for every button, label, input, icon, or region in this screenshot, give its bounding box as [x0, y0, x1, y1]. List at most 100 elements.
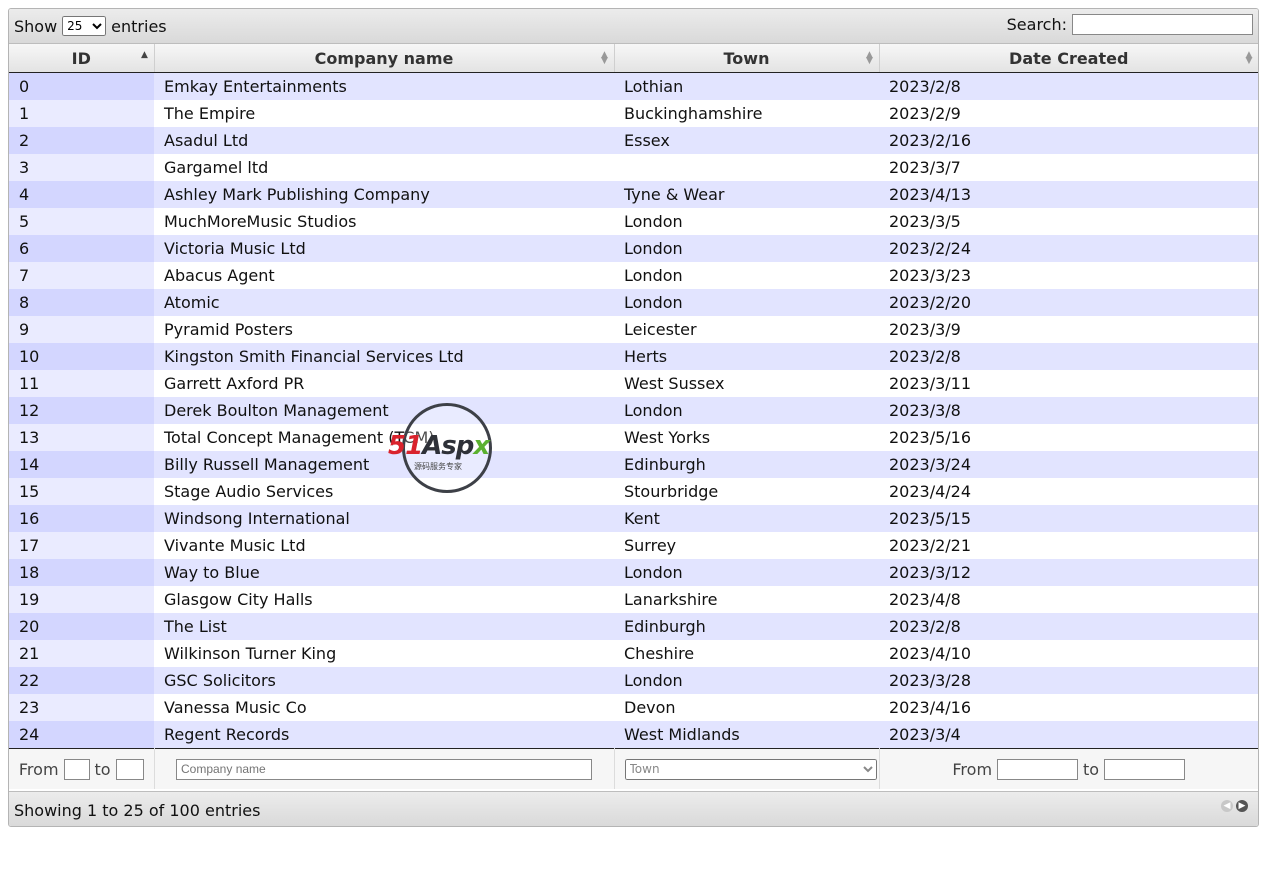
column-header-town[interactable]: Town ▲ ▼: [614, 44, 880, 73]
column-label: Date Created: [1009, 48, 1129, 68]
cell-company-name: Glasgow City Halls: [154, 586, 614, 613]
cell-company-name: Windsong International: [154, 505, 614, 532]
next-page-icon[interactable]: ▶: [1236, 800, 1248, 812]
entries-info: Showing 1 to 25 of 100 entries: [14, 801, 261, 820]
cell-company-name: MuchMoreMusic Studios: [154, 208, 614, 235]
table-row[interactable]: 11 Garrett Axford PR West Sussex 2023/3/11: [9, 370, 1258, 397]
cell-id: 23: [9, 694, 154, 721]
column-header-date-created[interactable]: Date Created ▲ ▼: [879, 44, 1258, 73]
cell-date-created: 2023/3/12: [879, 559, 1258, 586]
cell-town: Herts: [614, 343, 879, 370]
cell-town: West Yorks: [614, 424, 879, 451]
cell-town: Essex: [614, 127, 879, 154]
cell-id: 9: [9, 316, 154, 343]
table-row[interactable]: 4 Ashley Mark Publishing Company Tyne & We…: [9, 181, 1258, 208]
cell-town: West Sussex: [614, 370, 879, 397]
cell-company-name: Wilkinson Turner King: [154, 640, 614, 667]
search-control: Search:: [1007, 14, 1253, 35]
town-filter-select[interactable]: Town: [624, 758, 877, 780]
cell-id: 20: [9, 613, 154, 640]
cell-date-created: 2023/3/4: [879, 721, 1258, 749]
table-row[interactable]: 7 Abacus Agent London 2023/3/23: [9, 262, 1258, 289]
table-row[interactable]: 13 Total Concept Management (TCM) West Yor…: [9, 424, 1258, 451]
table-row[interactable]: 6 Victoria Music Ltd London 2023/2/24: [9, 235, 1258, 262]
cell-town: London: [614, 208, 879, 235]
table-row[interactable]: 10 Kingston Smith Financial Services Ltd H…: [9, 343, 1258, 370]
cell-id: 7: [9, 262, 154, 289]
cell-town: West Midlands: [614, 721, 879, 749]
cell-company-name: Garrett Axford PR: [154, 370, 614, 397]
table-row[interactable]: 8 Atomic London 2023/2/20: [9, 289, 1258, 316]
cell-id: 19: [9, 586, 154, 613]
cell-town: London: [614, 397, 879, 424]
cell-date-created: 2023/2/8: [879, 343, 1258, 370]
date-to-input[interactable]: [1104, 758, 1186, 780]
cell-id: 4: [9, 181, 154, 208]
cell-company-name: Kingston Smith Financial Services Ltd: [154, 343, 614, 370]
cell-town: Cheshire: [614, 640, 879, 667]
cell-date-created: 2023/2/21: [879, 532, 1258, 559]
column-label: Company name: [314, 48, 454, 68]
table-row[interactable]: 12 Derek Boulton Management London 2023/3/8: [9, 397, 1258, 424]
cell-id: 13: [9, 424, 154, 451]
table-row[interactable]: 18 Way to Blue London 2023/3/12: [9, 559, 1258, 586]
cell-id: 12: [9, 397, 154, 424]
table-row[interactable]: 14 Billy Russell Management Edinburgh 2023/…: [9, 451, 1258, 478]
prev-page-icon[interactable]: ◀: [1221, 800, 1233, 812]
cell-town: London: [614, 667, 879, 694]
table-row[interactable]: 17 Vivante Music Ltd Surrey 2023/2/21: [9, 532, 1258, 559]
search-input[interactable]: [1072, 14, 1253, 35]
cell-town: Devon: [614, 694, 879, 721]
cell-town: London: [614, 289, 879, 316]
table-body: 0 Emkay Entertainments Lothian 2023/2/8 1 The…: [9, 72, 1258, 749]
table-row[interactable]: 24 Regent Records West Midlands 2023/3/4: [9, 721, 1258, 749]
filter-row: From to Town From: [9, 748, 1258, 789]
cell-company-name: Victoria Music Ltd: [154, 235, 614, 262]
table-row[interactable]: 19 Glasgow City Halls Lanarkshire 2023/4/8: [9, 586, 1258, 613]
id-to-input[interactable]: [115, 758, 144, 780]
cell-company-name: Regent Records: [154, 721, 614, 749]
table-row[interactable]: 22 GSC Solicitors London 2023/3/28: [9, 667, 1258, 694]
cell-date-created: 2023/3/5: [879, 208, 1258, 235]
cell-id: 21: [9, 640, 154, 667]
date-range-filter: From to: [879, 748, 1258, 789]
cell-company-name: Ashley Mark Publishing Company: [154, 181, 614, 208]
date-to-label: to: [1083, 759, 1100, 779]
cell-id: 8: [9, 289, 154, 316]
table-row[interactable]: 16 Windsong International Kent 2023/5/15: [9, 505, 1258, 532]
table-row[interactable]: 21 Wilkinson Turner King Cheshire 2023/4/10: [9, 640, 1258, 667]
cell-id: 22: [9, 667, 154, 694]
company-name-filter-input[interactable]: [176, 758, 592, 780]
table-toolbar: Show 25 entries Search:: [9, 9, 1258, 44]
sort-both-icon: ▲ ▼: [601, 50, 608, 66]
cell-company-name: GSC Solicitors: [154, 667, 614, 694]
table-row[interactable]: 0 Emkay Entertainments Lothian 2023/2/8: [9, 72, 1258, 100]
search-label: Search:: [1006, 15, 1067, 34]
cell-date-created: 2023/3/7: [879, 154, 1258, 181]
table-row[interactable]: 1 The Empire Buckinghamshire 2023/2/9: [9, 100, 1258, 127]
cell-town: London: [614, 235, 879, 262]
table-row[interactable]: 2 Asadul Ltd Essex 2023/2/16: [9, 127, 1258, 154]
table-row[interactable]: 5 MuchMoreMusic Studios London 2023/3/5: [9, 208, 1258, 235]
column-header-id[interactable]: ID ▲▼: [9, 44, 155, 73]
table-row[interactable]: 9 Pyramid Posters Leicester 2023/3/9: [9, 316, 1258, 343]
sort-asc-icon: ▲▼: [141, 50, 148, 60]
column-label: Town: [723, 48, 770, 68]
cell-company-name: Billy Russell Management: [154, 451, 614, 478]
table-row[interactable]: 3 Gargamel ltd 2023/3/7: [9, 154, 1258, 181]
cell-town: London: [614, 559, 879, 586]
table-row[interactable]: 20 The List Edinburgh 2023/2/8: [9, 613, 1258, 640]
entries-per-page-select[interactable]: 25: [62, 16, 107, 36]
id-from-input[interactable]: [63, 758, 90, 780]
cell-id: 1: [9, 100, 154, 127]
cell-id: 3: [9, 154, 154, 181]
table-row[interactable]: 23 Vanessa Music Co Devon 2023/4/16: [9, 694, 1258, 721]
table-row[interactable]: 15 Stage Audio Services Stourbridge 2023/4/…: [9, 478, 1258, 505]
table-info-bar: Showing 1 to 25 of 100 entries ◀ ▶: [9, 791, 1258, 826]
cell-town: London: [614, 262, 879, 289]
cell-id: 24: [9, 721, 154, 749]
show-label: Show: [14, 16, 58, 36]
cell-id: 0: [9, 72, 154, 100]
date-from-input[interactable]: [997, 758, 1079, 780]
column-header-company-name[interactable]: Company name ▲ ▼: [154, 44, 615, 73]
